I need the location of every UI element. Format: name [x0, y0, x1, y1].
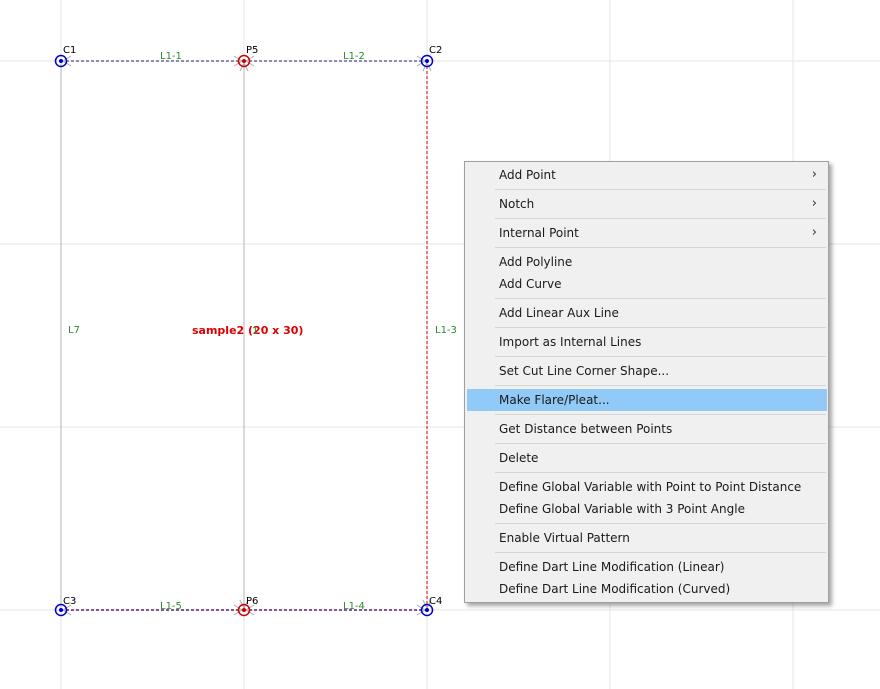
menu-item-global-var-distance[interactable]: Define Global Variable with Point to Poi… [467, 476, 827, 498]
menu-separator [495, 385, 826, 386]
menu-separator [495, 472, 826, 473]
line-label-l1-3: L1-3 [435, 325, 457, 336]
menu-item-label: Get Distance between Points [499, 422, 673, 436]
overlap-label: 1 [252, 326, 258, 337]
chevron-right-icon: › [811, 167, 817, 182]
menu-separator [495, 356, 826, 357]
menu-separator [495, 443, 826, 444]
menu-separator [495, 189, 826, 190]
context-menu[interactable]: Add Point › Notch › Internal Point › Add… [464, 161, 829, 603]
pattern-name: sample2 (20 x 30) [192, 324, 303, 337]
menu-item-make-flare-pleat[interactable]: Make Flare/Pleat... [467, 389, 827, 411]
menu-separator [495, 218, 826, 219]
point-label-c3: C3 [63, 596, 76, 607]
menu-separator [495, 327, 826, 328]
menu-separator [495, 247, 826, 248]
menu-item-notch[interactable]: Notch › [467, 193, 827, 215]
menu-item-label: Make Flare/Pleat... [499, 393, 610, 407]
menu-item-dart-linear[interactable]: Define Dart Line Modification (Linear) [467, 556, 827, 578]
menu-item-label: Notch [499, 197, 535, 211]
menu-item-set-cut-line-corner[interactable]: Set Cut Line Corner Shape... [467, 360, 827, 382]
point-label-p5: P5 [246, 45, 258, 56]
chevron-right-icon: › [811, 225, 817, 240]
menu-item-import-internal-lines[interactable]: Import as Internal Lines [467, 331, 827, 353]
menu-item-delete[interactable]: Delete [467, 447, 827, 469]
menu-item-add-linear-aux-line[interactable]: Add Linear Aux Line [467, 302, 827, 324]
line-label-l1-4: L1-4 [343, 601, 365, 612]
menu-item-add-point[interactable]: Add Point › [467, 164, 827, 186]
menu-item-label: Enable Virtual Pattern [499, 531, 630, 545]
menu-item-dart-curved[interactable]: Define Dart Line Modification (Curved) [467, 578, 827, 600]
menu-item-label: Delete [499, 451, 539, 465]
menu-item-label: Add Curve [499, 277, 562, 291]
menu-separator [495, 414, 826, 415]
menu-item-label: Import as Internal Lines [499, 335, 642, 349]
line-label-l7: L7 [68, 325, 80, 336]
line-label-l1-2: L1-2 [343, 51, 365, 62]
menu-separator [495, 298, 826, 299]
menu-item-add-curve[interactable]: Add Curve [467, 273, 827, 295]
menu-item-label: Define Dart Line Modification (Linear) [499, 560, 725, 574]
point-label-c2: C2 [429, 45, 442, 56]
menu-item-enable-virtual-pattern[interactable]: Enable Virtual Pattern [467, 527, 827, 549]
chevron-right-icon: › [811, 196, 817, 211]
menu-item-label: Set Cut Line Corner Shape... [499, 364, 670, 378]
menu-item-label: Add Point [499, 168, 556, 182]
menu-item-label: Define Dart Line Modification (Curved) [499, 582, 731, 596]
menu-item-label: Define Global Variable with Point to Poi… [499, 480, 802, 494]
menu-item-add-polyline[interactable]: Add Polyline [467, 251, 827, 273]
point-label-c4: C4 [429, 596, 442, 607]
point-label-c1: C1 [63, 45, 76, 56]
menu-separator [495, 552, 826, 553]
line-label-l1-5: L1-5 [160, 601, 182, 612]
menu-item-global-var-angle[interactable]: Define Global Variable with 3 Point Angl… [467, 498, 827, 520]
line-label-l1-1: L1-1 [160, 51, 182, 62]
menu-item-label: Internal Point [499, 226, 579, 240]
menu-item-internal-point[interactable]: Internal Point › [467, 222, 827, 244]
menu-item-label: Add Linear Aux Line [499, 306, 619, 320]
point-label-p6: P6 [246, 596, 258, 607]
menu-item-label: Define Global Variable with 3 Point Angl… [499, 502, 745, 516]
menu-item-get-distance[interactable]: Get Distance between Points [467, 418, 827, 440]
menu-separator [495, 523, 826, 524]
menu-item-label: Add Polyline [499, 255, 573, 269]
